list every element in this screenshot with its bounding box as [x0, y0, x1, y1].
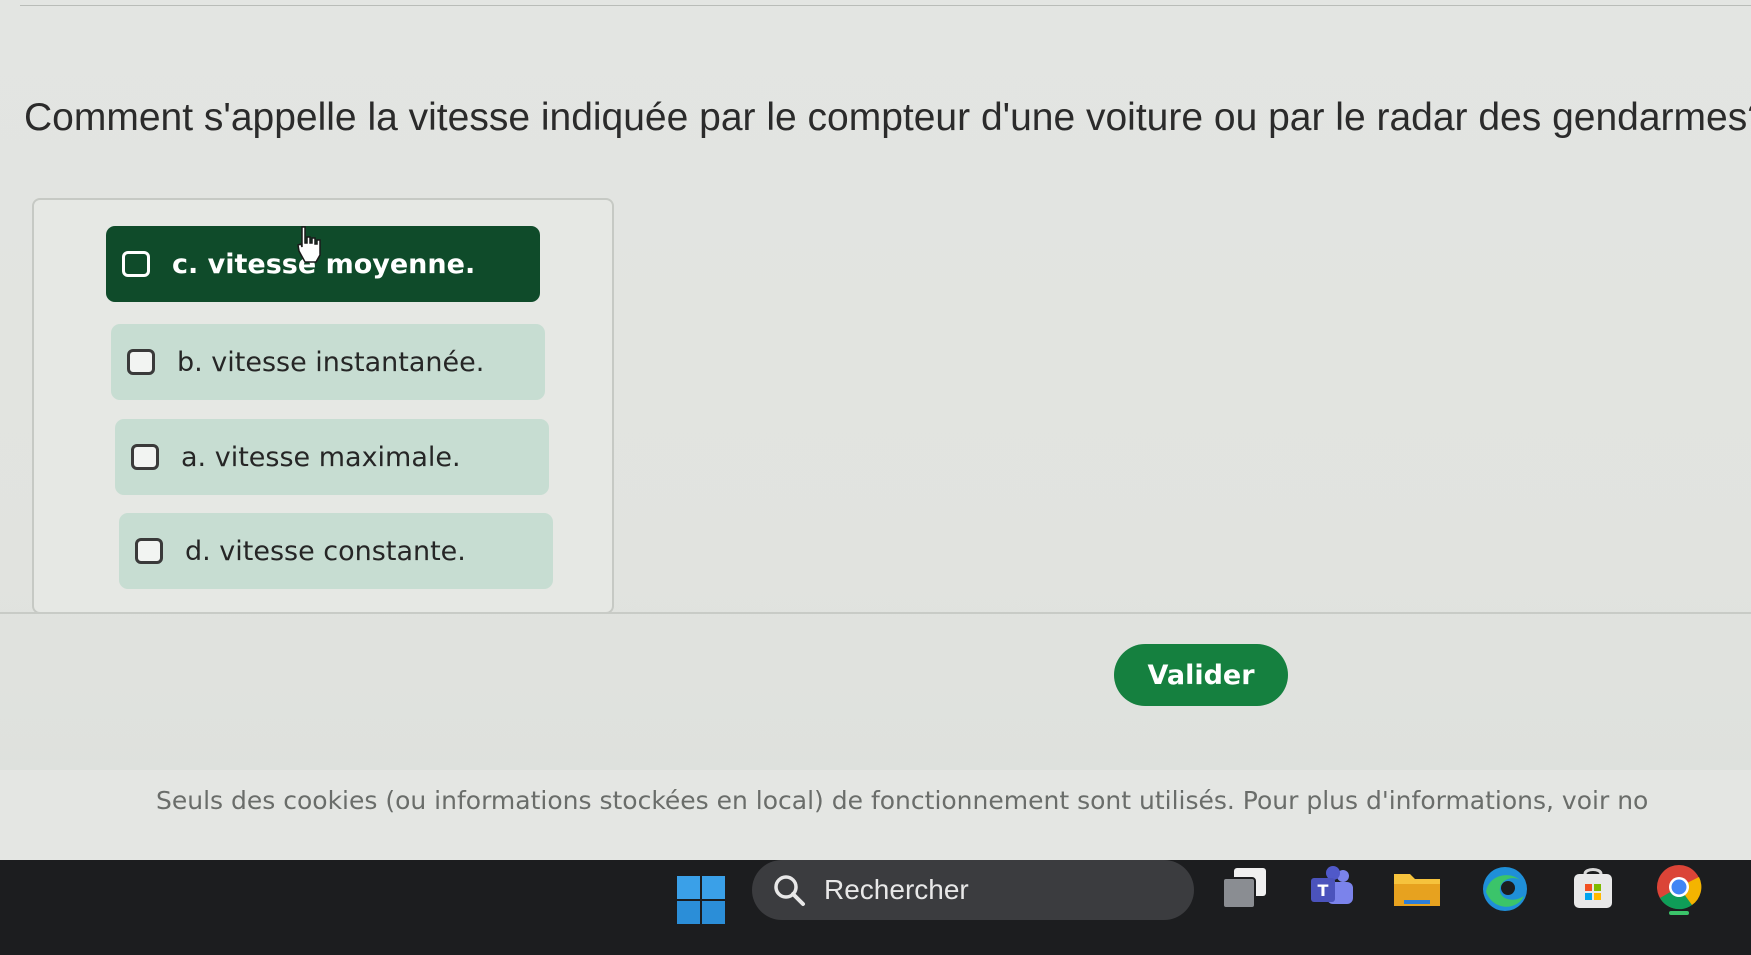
search-icon: [774, 875, 805, 906]
checkbox-icon[interactable]: [122, 251, 150, 277]
windows-start-icon[interactable]: [676, 875, 726, 925]
store-icon[interactable]: [1566, 862, 1620, 916]
section-divider: [0, 612, 1751, 614]
answer-option-label: d. vitesse constante.: [185, 535, 466, 567]
answer-option-d[interactable]: d. vitesse constante.: [119, 513, 553, 589]
checkbox-icon[interactable]: [135, 538, 163, 564]
top-divider: [20, 5, 1751, 6]
answer-option-b[interactable]: b. vitesse instantanée.: [111, 324, 545, 400]
checkbox-icon[interactable]: [127, 349, 155, 375]
teams-icon[interactable]: T: [1305, 862, 1359, 916]
cookie-notice-text: Seuls des cookies (ou informations stock…: [156, 786, 1649, 815]
checkbox-icon[interactable]: [131, 444, 159, 470]
cookie-banner: [0, 770, 1751, 860]
question-text: Comment s'appelle la vitesse indiquée pa…: [24, 96, 1751, 139]
svg-text:T: T: [1318, 881, 1329, 900]
answer-option-label: a. vitesse maximale.: [181, 441, 461, 473]
search-placeholder: Rechercher: [824, 874, 969, 905]
page: Comment s'appelle la vitesse indiquée pa…: [0, 0, 1751, 955]
hand-cursor-icon: [297, 226, 321, 263]
file-explorer-icon[interactable]: [1390, 862, 1444, 916]
task-view-icon[interactable]: [1218, 862, 1272, 916]
answer-option-a[interactable]: a. vitesse maximale.: [115, 419, 549, 495]
answer-option-label: b. vitesse instantanée.: [177, 346, 485, 378]
edge-icon[interactable]: [1478, 862, 1532, 916]
chrome-icon[interactable]: [1652, 862, 1706, 916]
validate-button[interactable]: Valider: [1114, 644, 1288, 706]
taskbar-search-box[interactable]: Rechercher: [752, 860, 1194, 920]
